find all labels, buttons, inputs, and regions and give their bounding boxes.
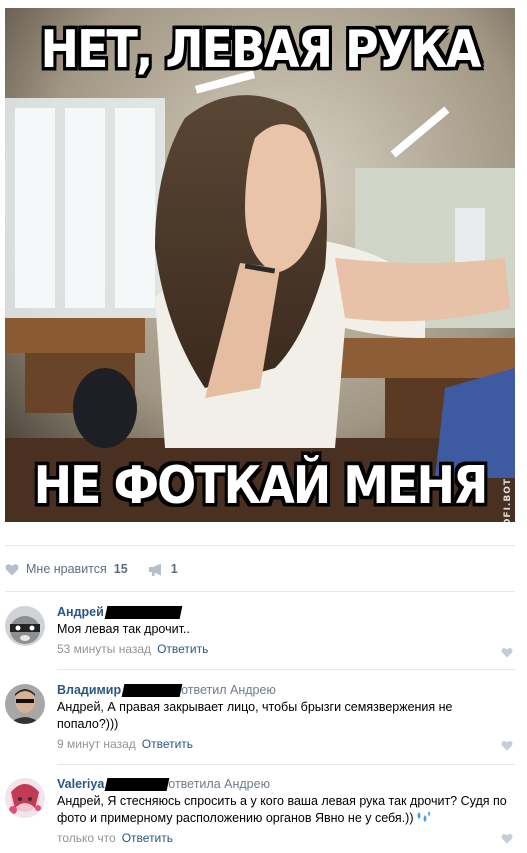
post-image[interactable]: НЕТ, ЛЕВАЯ РУКА НЕ ФОТКАЙ МЕНЯ KOFI.BOT xyxy=(5,8,515,522)
meme-caption-bottom: НЕ ФОТКАЙ МЕНЯ xyxy=(33,454,489,516)
divider xyxy=(5,545,515,546)
heart-icon[interactable] xyxy=(501,833,513,844)
heart-icon[interactable] xyxy=(5,563,19,576)
reply-button[interactable]: Ответить xyxy=(142,737,193,751)
raccoon-avatar-image xyxy=(5,606,45,646)
meme-watermark: KOFI.BOT xyxy=(503,478,513,522)
comment-author: Андрей xyxy=(57,604,515,620)
anime-avatar-image xyxy=(5,778,45,818)
comment: Владимир ответил Андрею Андрей, А правая… xyxy=(5,682,515,757)
redaction-mark xyxy=(104,605,183,619)
heart-icon[interactable] xyxy=(501,740,513,751)
reply-button[interactable]: Ответить xyxy=(122,831,173,845)
comment-author: Владимир ответил Андрею xyxy=(57,682,515,698)
comment-meta: 53 минуты назад Ответить xyxy=(57,642,515,656)
avatar[interactable] xyxy=(5,684,45,724)
comment-body: Valeriya ответила Андрею Андрей, Я стесн… xyxy=(57,776,515,845)
redaction-mark xyxy=(121,683,183,697)
divider xyxy=(5,591,515,592)
author-name[interactable]: Valeriya xyxy=(57,777,104,791)
meme-caption-top: НЕТ, ЛЕВАЯ РУКА xyxy=(40,18,482,80)
comment-text-content: Андрей, Я стесняюсь спросить а у кого ва… xyxy=(57,794,507,825)
heart-icon[interactable] xyxy=(501,647,513,658)
like-count: 15 xyxy=(113,562,128,576)
man-avatar-image xyxy=(5,684,45,724)
comment-author: Valeriya ответила Андрею xyxy=(57,776,515,792)
divider xyxy=(57,764,515,765)
reply-button[interactable]: Ответить xyxy=(157,642,208,656)
comment-time[interactable]: только что xyxy=(57,831,116,845)
author-name[interactable]: Андрей xyxy=(57,605,104,619)
megaphone-icon[interactable] xyxy=(148,563,164,576)
comment-time[interactable]: 9 минут назад xyxy=(57,737,136,751)
reply-target[interactable]: ответил Андрею xyxy=(181,683,276,697)
comment-text: Моя левая так дрочит.. xyxy=(57,622,190,636)
reply-target[interactable]: ответила Андрею xyxy=(168,777,270,791)
avatar[interactable] xyxy=(5,778,45,818)
share-count: 1 xyxy=(170,562,178,576)
avatar[interactable] xyxy=(5,606,45,646)
divider xyxy=(57,669,515,670)
sweat-droplets-icon xyxy=(417,811,430,822)
comment-body: Андрей Моя левая так дрочит.. 53 минуты … xyxy=(57,604,515,656)
comment-meta: только что Ответить xyxy=(57,831,515,845)
post-actions: Мне нравится 15 1 xyxy=(5,560,178,578)
comment-time[interactable]: 53 минуты назад xyxy=(57,642,151,656)
comment-body: Владимир ответил Андрею Андрей, А правая… xyxy=(57,682,515,751)
author-name[interactable]: Владимир xyxy=(57,683,121,697)
comment-meta: 9 минут назад Ответить xyxy=(57,737,515,751)
like-label[interactable]: Мне нравится xyxy=(26,562,107,576)
comment: Valeriya ответила Андрею Андрей, Я стесн… xyxy=(5,776,515,851)
classroom-photo xyxy=(5,8,515,522)
redaction-mark xyxy=(104,777,170,791)
comment-text: Андрей, Я стесняюсь спросить а у кого ва… xyxy=(57,793,515,827)
comment: Андрей Моя левая так дрочит.. 53 минуты … xyxy=(5,604,515,664)
comment-text: Андрей, А правая закрывает лицо, чтобы б… xyxy=(57,700,453,731)
